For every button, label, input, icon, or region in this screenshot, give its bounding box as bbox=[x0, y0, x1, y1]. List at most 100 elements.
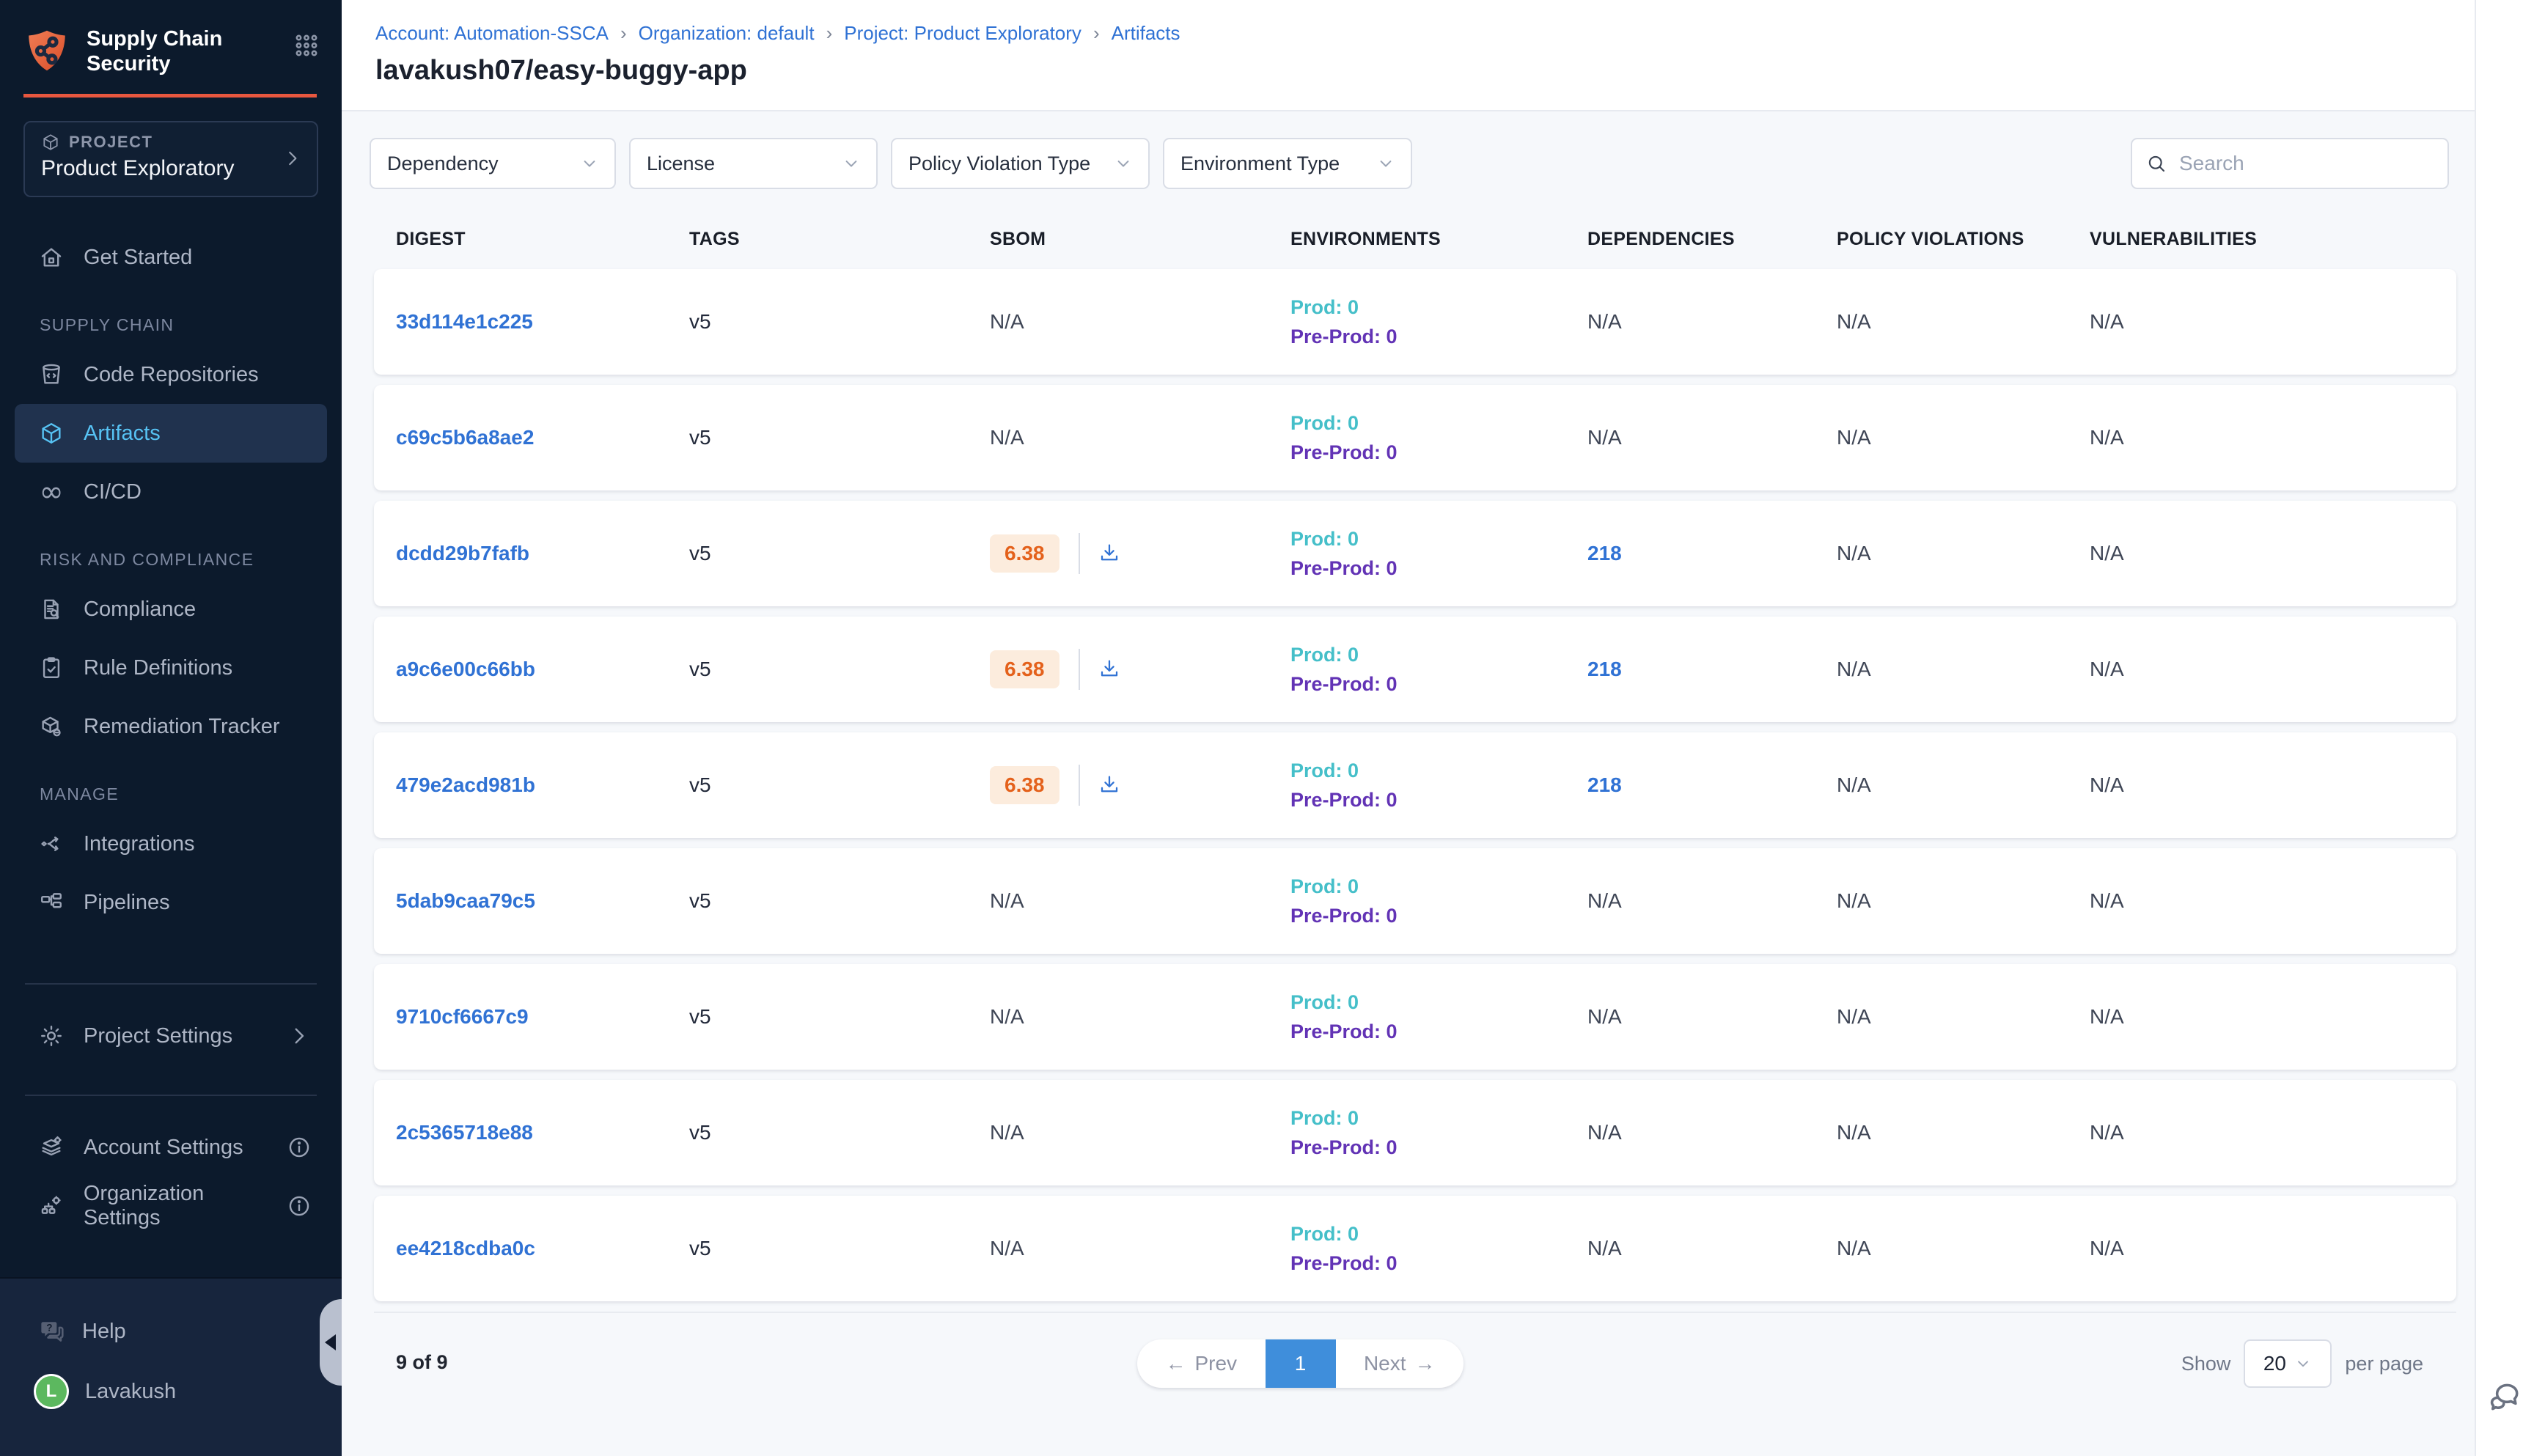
filter-label: Dependency bbox=[387, 152, 499, 175]
next-page-button[interactable]: Next → bbox=[1336, 1339, 1464, 1388]
table-row: 2c5365718e88v5N/AProd: 0Pre-Prod: 0N/AN/… bbox=[374, 1080, 2456, 1185]
page-title: lavakush07/easy-buggy-app bbox=[375, 55, 2475, 87]
user-menu[interactable]: L Lavakush bbox=[0, 1374, 342, 1409]
digest-link[interactable]: 5dab9caa79c5 bbox=[396, 889, 535, 912]
prev-page-button[interactable]: ← Prev bbox=[1137, 1339, 1266, 1388]
sbom-cell: N/A bbox=[990, 310, 1290, 334]
show-label: Show bbox=[2181, 1353, 2231, 1375]
sbom-cell: N/A bbox=[990, 1121, 1290, 1144]
sidebar-item-pipelines[interactable]: Pipelines bbox=[0, 873, 342, 932]
prod-count: Prod: 0 bbox=[1290, 760, 1587, 782]
environments-cell: Prod: 0 Pre-Prod: 0 bbox=[1290, 760, 1587, 812]
sidebar-item-ci-cd[interactable]: ∞CI/CD bbox=[0, 463, 342, 521]
tag-value: v5 bbox=[689, 889, 990, 913]
vulnerabilities-value: N/A bbox=[2090, 1237, 2456, 1260]
sbom-score-badge: 6.38 bbox=[990, 534, 1059, 573]
download-sbom-icon[interactable] bbox=[1098, 658, 1121, 681]
vulnerabilities-value: N/A bbox=[2090, 889, 2456, 913]
sidebar-item-organization-settings[interactable]: Organization Settings bbox=[0, 1177, 342, 1235]
sidebar-item-code-repositories[interactable]: Code Repositories bbox=[0, 345, 342, 404]
chat-bubbles-icon[interactable] bbox=[2486, 1378, 2522, 1415]
breadcrumb-link-organization-default[interactable]: Organization: default bbox=[639, 22, 815, 45]
sidebar-item-remediation-tracker[interactable]: Remediation Tracker bbox=[0, 697, 342, 756]
digest-link[interactable]: a9c6e00c66bb bbox=[396, 658, 535, 680]
filter-label: Environment Type bbox=[1180, 152, 1340, 175]
sidebar-item-project-settings[interactable]: Project Settings bbox=[0, 1007, 342, 1065]
scs-shield-icon bbox=[23, 26, 70, 75]
environments-cell: Prod: 0Pre-Prod: 0 bbox=[1290, 644, 1587, 696]
preprod-count: Pre-Prod: 0 bbox=[1290, 789, 1587, 812]
prod-count: Prod: 0 bbox=[1290, 1223, 1587, 1246]
app-logo: Supply Chain Security bbox=[0, 0, 342, 76]
sbom-na: N/A bbox=[990, 1121, 1024, 1144]
sidebar-item-rule-definitions[interactable]: Rule Definitions bbox=[0, 639, 342, 697]
sidebar-item-artifacts[interactable]: Artifacts bbox=[15, 404, 327, 463]
sbom-cell: N/A bbox=[990, 1005, 1290, 1029]
environments-cell: Prod: 0Pre-Prod: 0 bbox=[1290, 296, 1587, 348]
filter-environment-type[interactable]: Environment Type bbox=[1163, 138, 1412, 189]
table-bottom-border bbox=[374, 1312, 2456, 1313]
sidebar-item-label: Compliance bbox=[84, 598, 196, 622]
sidebar-bottom-panel: ? Help L Lavakush bbox=[0, 1277, 342, 1456]
tag-value: v5 bbox=[689, 542, 990, 565]
policy-violations-value: N/A bbox=[1837, 1237, 2090, 1260]
nav-section-supply-chain: SUPPLY CHAIN bbox=[0, 304, 342, 345]
digest-link[interactable]: ee4218cdba0c bbox=[396, 1237, 535, 1260]
pagination-count: 9 of 9 bbox=[396, 1351, 448, 1374]
sidebar-collapse-handle[interactable] bbox=[320, 1299, 342, 1386]
project-selector[interactable]: PROJECT Product Exploratory bbox=[23, 121, 318, 197]
table-row: c69c5b6a8ae2v5N/AProd: 0Pre-Prod: 0N/AN/… bbox=[374, 385, 2456, 490]
column-header-vulnerabilities: VULNERABILITIES bbox=[2090, 229, 2456, 250]
sidebar-item-compliance[interactable]: Compliance bbox=[0, 580, 342, 639]
digest-link[interactable]: dcdd29b7fafb bbox=[396, 542, 529, 565]
download-sbom-icon[interactable] bbox=[1098, 773, 1121, 797]
breadcrumb-link-artifacts[interactable]: Artifacts bbox=[1112, 22, 1180, 45]
info-icon[interactable] bbox=[286, 1194, 312, 1218]
prod-count: Prod: 0 bbox=[1290, 991, 1587, 1014]
search-icon bbox=[2145, 152, 2167, 174]
environments-cell: Prod: 0Pre-Prod: 0 bbox=[1290, 1223, 1587, 1275]
chevron-down-icon bbox=[1113, 153, 1134, 174]
dependencies-link[interactable]: 218 bbox=[1587, 658, 1622, 680]
column-header-tags: TAGS bbox=[689, 229, 990, 250]
table-row: 33d114e1c225v5N/AProd: 0Pre-Prod: 0N/AN/… bbox=[374, 269, 2456, 375]
chevron-down-icon bbox=[841, 153, 862, 174]
info-icon[interactable] bbox=[286, 1135, 312, 1160]
sidebar-item-get-started[interactable]: Get Started bbox=[0, 228, 342, 287]
search-input[interactable] bbox=[2179, 152, 2421, 175]
policy-violations-value: N/A bbox=[1837, 426, 2090, 449]
preprod-count: Pre-Prod: 0 bbox=[1290, 557, 1587, 580]
filter-license[interactable]: License bbox=[629, 138, 878, 189]
download-sbom-icon[interactable] bbox=[1098, 542, 1121, 565]
prod-count: Prod: 0 bbox=[1290, 528, 1587, 551]
digest-link[interactable]: 9710cf6667c9 bbox=[396, 1005, 529, 1028]
tag-value: v5 bbox=[689, 310, 990, 334]
sidebar-item-integrations[interactable]: Integrations bbox=[0, 815, 342, 873]
dependencies-link[interactable]: 218 bbox=[1587, 773, 1622, 796]
page-1-button[interactable]: 1 bbox=[1266, 1339, 1336, 1388]
sidebar-item-label: Project Settings bbox=[84, 1024, 232, 1048]
dependencies-link[interactable]: 218 bbox=[1587, 542, 1622, 565]
sidebar-item-help[interactable]: ? Help bbox=[0, 1305, 342, 1358]
digest-link[interactable]: 479e2acd981b bbox=[396, 773, 535, 796]
sidebar-item-account-settings[interactable]: Account Settings bbox=[0, 1118, 342, 1177]
filter-label: Policy Violation Type bbox=[908, 152, 1090, 175]
sbom-score-badge: 6.38 bbox=[990, 650, 1059, 688]
page-size-select[interactable]: 20 bbox=[2244, 1339, 2332, 1388]
table-header: DIGESTTAGSSBOMENVIRONMENTSDEPENDENCIESPO… bbox=[374, 229, 2456, 250]
breadcrumb-link-account-automation-ssca[interactable]: Account: Automation-SSCA bbox=[375, 22, 609, 45]
digest-link[interactable]: 2c5365718e88 bbox=[396, 1121, 533, 1144]
svg-text:?: ? bbox=[46, 1323, 52, 1334]
filter-dependency[interactable]: Dependency bbox=[370, 138, 616, 189]
dependencies-na: N/A bbox=[1587, 426, 1622, 449]
sbom-cell: N/A bbox=[990, 1237, 1290, 1260]
filter-policy-violation-type[interactable]: Policy Violation Type bbox=[891, 138, 1150, 189]
digest-link[interactable]: 33d114e1c225 bbox=[396, 310, 533, 333]
grid-dots-icon[interactable] bbox=[293, 32, 320, 59]
column-header-sbom: SBOM bbox=[990, 229, 1290, 250]
preprod-count: Pre-Prod: 0 bbox=[1290, 326, 1587, 348]
vulnerabilities-value: N/A bbox=[2090, 773, 2456, 797]
digest-link[interactable]: c69c5b6a8ae2 bbox=[396, 426, 534, 449]
breadcrumb-link-project-product-exploratory[interactable]: Project: Product Exploratory bbox=[844, 22, 1081, 45]
integrations-icon bbox=[38, 831, 65, 856]
